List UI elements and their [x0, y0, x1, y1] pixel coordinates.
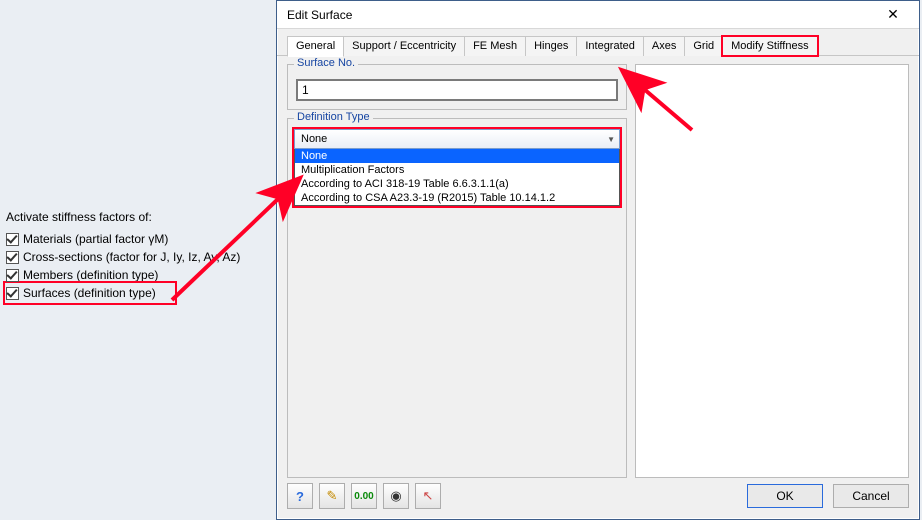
stiffness-factors-panel: Activate stiffness factors of: Materials…: [6, 210, 266, 302]
definition-type-label: Definition Type: [294, 111, 373, 123]
dialog-titlebar: Edit Surface ✕: [277, 1, 919, 29]
dropdown-item-none[interactable]: None: [295, 149, 619, 163]
tab-support-eccentricity[interactable]: Support / Eccentricity: [343, 36, 465, 56]
chk-label: Members (definition type): [23, 268, 158, 282]
chevron-down-icon: ▼: [607, 135, 615, 144]
chk-cross-sections[interactable]: Cross-sections (factor for J, Iy, Iz, Ay…: [6, 248, 266, 266]
dialog-body: Surface No. 1 Definition Type None ▼ Non…: [277, 56, 919, 486]
view-button[interactable]: ◉: [383, 483, 409, 509]
stiffness-factors-title: Activate stiffness factors of:: [6, 210, 266, 224]
close-icon: ✕: [887, 6, 899, 23]
edit-surface-dialog: Edit Surface ✕ General Support / Eccentr…: [276, 0, 920, 520]
chk-label: Cross-sections (factor for J, Iy, Iz, Ay…: [23, 250, 240, 264]
definition-type-combo[interactable]: None ▼: [294, 129, 620, 149]
surface-no-input[interactable]: 1: [296, 79, 618, 101]
tab-axes[interactable]: Axes: [643, 36, 685, 56]
pencil-icon: ✎: [327, 488, 338, 504]
chk-materials[interactable]: Materials (partial factor γM): [6, 230, 266, 248]
tab-fe-mesh[interactable]: FE Mesh: [464, 36, 526, 56]
cancel-button[interactable]: Cancel: [833, 484, 909, 508]
tab-hinges[interactable]: Hinges: [525, 36, 577, 56]
checkbox-icon: [6, 251, 19, 264]
edit-button[interactable]: ✎: [319, 483, 345, 509]
close-button[interactable]: ✕: [873, 3, 913, 27]
dropdown-item-aci[interactable]: According to ACI 318-19 Table 6.6.3.1.1(…: [295, 177, 619, 191]
checkbox-icon: [6, 233, 19, 246]
cursor-icon: ↖: [423, 488, 434, 504]
definition-type-dropdown: None Multiplication Factors According to…: [294, 149, 620, 206]
tab-row: General Support / Eccentricity FE Mesh H…: [277, 29, 919, 56]
help-button[interactable]: ?: [287, 483, 313, 509]
surface-no-label: Surface No.: [294, 57, 358, 69]
units-icon: 0.00: [354, 491, 373, 502]
definition-group: Definition Type None ▼ None Multiplicati…: [287, 118, 627, 478]
help-icon: ?: [296, 489, 304, 504]
tab-general[interactable]: General: [287, 36, 344, 57]
dialog-button-bar: ? ✎ 0.00 ◉ ↖ OK Cancel: [287, 483, 909, 509]
chk-label: Surfaces (definition type): [23, 286, 156, 300]
tab-integrated[interactable]: Integrated: [576, 36, 644, 56]
dialog-left-column: Surface No. 1 Definition Type None ▼ Non…: [287, 64, 627, 478]
surface-no-group: Surface No. 1: [287, 64, 627, 110]
preview-panel: [635, 64, 909, 478]
checkbox-icon: [6, 269, 19, 282]
tab-grid[interactable]: Grid: [684, 36, 723, 56]
checkbox-icon: [6, 287, 19, 300]
tab-modify-stiffness[interactable]: Modify Stiffness: [722, 36, 817, 56]
ok-button[interactable]: OK: [747, 484, 823, 508]
chk-surfaces[interactable]: Surfaces (definition type): [6, 284, 174, 302]
eye-icon: ◉: [390, 488, 401, 504]
combo-value: None: [301, 133, 327, 145]
chk-members[interactable]: Members (definition type): [6, 266, 266, 284]
dialog-title: Edit Surface: [287, 8, 352, 22]
dropdown-item-csa[interactable]: According to CSA A23.3-19 (R2015) Table …: [295, 191, 619, 205]
units-button[interactable]: 0.00: [351, 483, 377, 509]
chk-label: Materials (partial factor γM): [23, 232, 168, 246]
pick-button[interactable]: ↖: [415, 483, 441, 509]
dropdown-item-multiplication[interactable]: Multiplication Factors: [295, 163, 619, 177]
